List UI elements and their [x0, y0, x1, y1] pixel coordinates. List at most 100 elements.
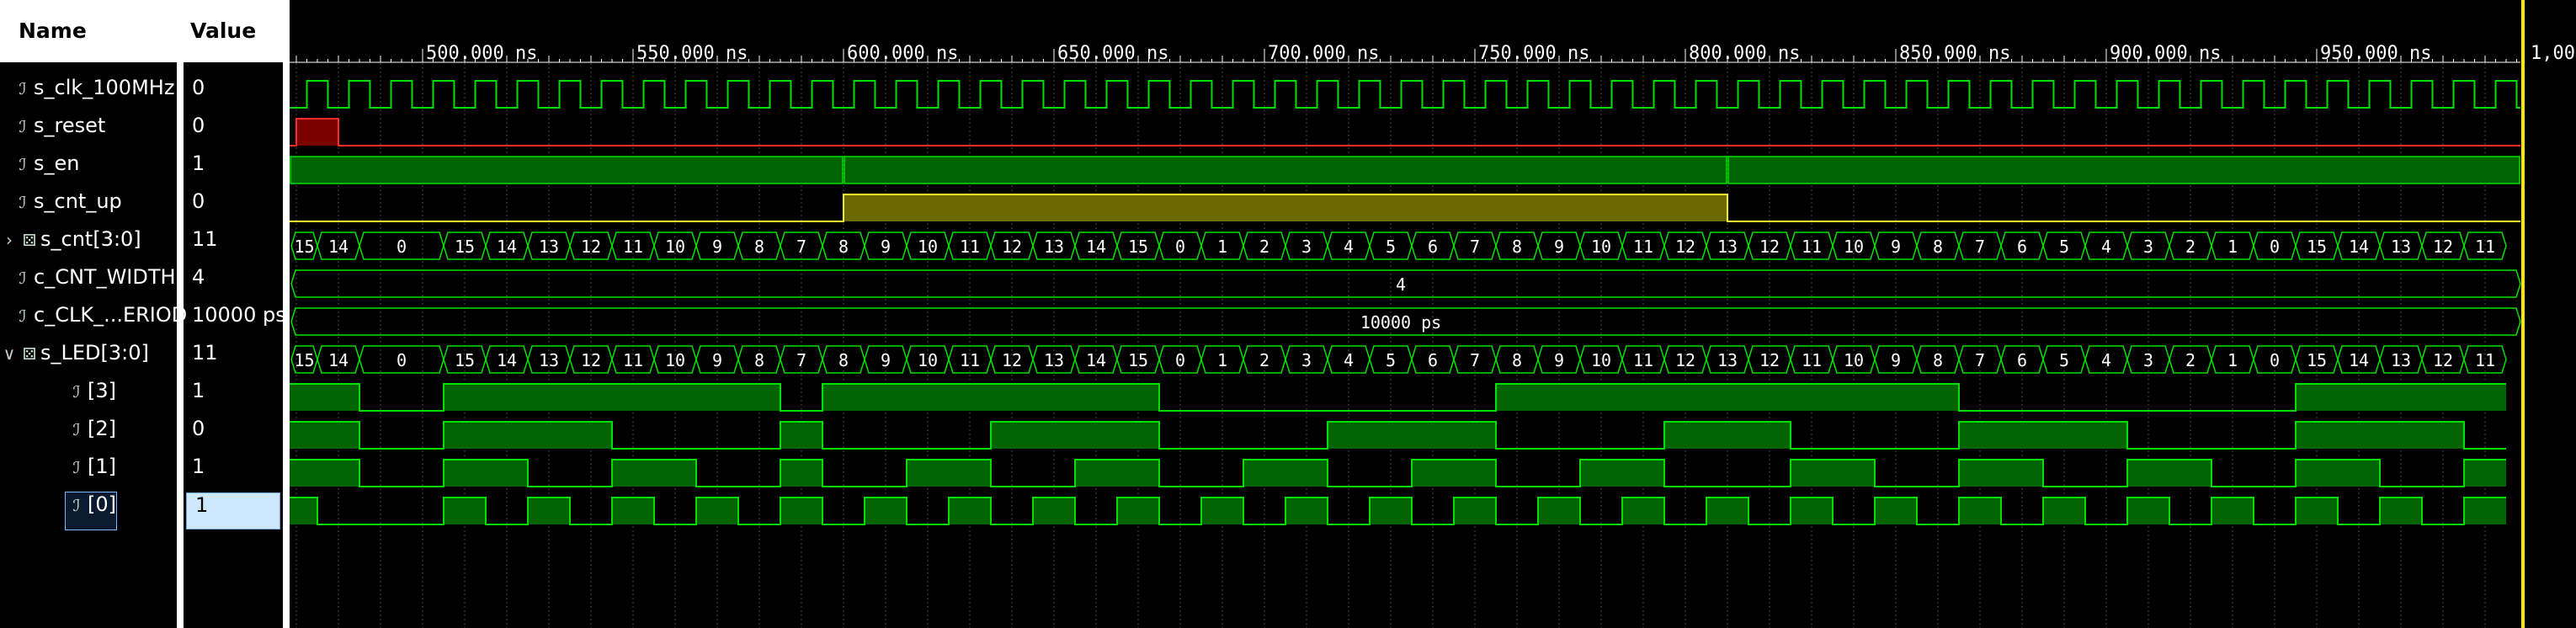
- led-bus-value: 9: [1891, 350, 1901, 370]
- cnt-bus-value: 14: [2349, 237, 2369, 257]
- led-bit-2-waveform-fill: [290, 422, 317, 449]
- led-bit-0-waveform-fill: [444, 498, 486, 524]
- value-column-header[interactable]: Value: [184, 0, 283, 62]
- signal-name-label: s_cnt_up: [34, 189, 122, 213]
- signal-value-cell: 1: [192, 455, 205, 478]
- signal-value-cell: 11: [192, 341, 218, 365]
- led-bus-value: 5: [2059, 350, 2069, 370]
- led-bit-0-waveform-fill: [1285, 498, 1328, 524]
- bus-signal-icon: ⚄: [22, 232, 37, 250]
- led-bus-value: 0: [397, 350, 407, 370]
- led-bus-value: 1: [2227, 350, 2238, 370]
- led-bit-0-waveform-fill: [2043, 498, 2085, 524]
- led-bit-3-waveform-fill: [1075, 384, 1117, 411]
- signal-name-row[interactable]: ℐs_cnt_up: [12, 189, 122, 226]
- name-column-header[interactable]: Name: [0, 0, 177, 62]
- signal-value-cell: 0: [192, 189, 205, 213]
- ruler-label: 550.000 ns: [636, 43, 748, 64]
- ruler-label: 850.000 ns: [1899, 43, 2010, 64]
- signal-name-row[interactable]: ℐs_en: [12, 152, 80, 189]
- led-bus-value: 15: [455, 350, 475, 370]
- led-bit-3-waveform-fill: [822, 384, 865, 411]
- led-bus-value: 15: [1128, 350, 1148, 370]
- cnt-bus-value: 4: [1344, 237, 1354, 257]
- signal-name-label: s_LED[3:0]: [40, 341, 149, 365]
- cnt-bus-value: 2: [1259, 237, 1269, 257]
- led-bus-value: 0: [1175, 350, 1185, 370]
- led-bus-value: 11: [1802, 350, 1822, 370]
- cnt-bus-value: 12: [1002, 237, 1022, 257]
- signal-name-row[interactable]: ℐ [1]: [66, 455, 116, 492]
- led-bus-value: 13: [1044, 350, 1064, 370]
- led-bit-2-waveform-fill: [1959, 422, 2001, 449]
- led-bit-3-waveform-fill: [486, 384, 528, 411]
- led-bus-value: 7: [1470, 350, 1480, 370]
- signal-name-label: c_CNT_WIDTH: [34, 265, 176, 289]
- signal-name-row[interactable]: ℐ [2]: [66, 417, 116, 454]
- signal-value-cell: 0: [192, 417, 205, 440]
- led-bit-2-waveform-fill: [570, 422, 612, 449]
- led-bit-1-waveform-fill: [1285, 460, 1328, 487]
- cnt-bus-value: 1: [1217, 237, 1227, 257]
- led-bus-value: 9: [881, 350, 891, 370]
- signal-name-row[interactable]: ℐ [3]: [66, 379, 116, 416]
- led-bit-0-waveform-fill: [612, 498, 654, 524]
- cnt-bus-value: 0: [397, 237, 407, 257]
- signal-name-label: [2]: [88, 417, 116, 440]
- led-bit-3-waveform-fill: [907, 384, 949, 411]
- signal-name-row[interactable]: › ⚄ s_cnt[3:0]: [0, 227, 141, 264]
- signal-name-row[interactable]: ℐc_CLK_...ERIOD: [12, 303, 188, 340]
- signal-value-cell: 1: [192, 152, 205, 175]
- signal-name-row[interactable]: ℐs_reset: [12, 114, 106, 151]
- cnt-bus-value: 12: [581, 237, 601, 257]
- panel-splitter-wave[interactable]: [283, 0, 290, 628]
- led-bit-0-waveform-fill: [696, 498, 738, 524]
- expand-chevron-icon[interactable]: ›: [0, 230, 19, 250]
- ruler-label: 950.000 ns: [2320, 43, 2431, 64]
- led-bus-value: 14: [1086, 350, 1106, 370]
- led-bit-2-waveform-fill: [2296, 422, 2338, 449]
- cnt-bus-value: 4: [2101, 237, 2111, 257]
- led-bit-3-waveform-fill: [1875, 384, 1917, 411]
- led-bit-3-waveform-fill: [1033, 384, 1075, 411]
- led-bit-3-waveform-fill: [1833, 384, 1875, 411]
- led-bit-3-waveform-fill: [654, 384, 696, 411]
- led-bit-0-waveform-fill: [1791, 498, 1833, 524]
- led-bus-value: 9: [1554, 350, 1564, 370]
- led-bus-value: 11: [623, 350, 643, 370]
- cnt-bus-value: 7: [1975, 237, 1985, 257]
- led-bit-1-waveform-fill: [1959, 460, 2001, 487]
- led-bit-3-waveform-fill: [738, 384, 780, 411]
- led-bit-1-waveform-fill: [1580, 460, 1622, 487]
- led-bit-0-waveform-fill: [1875, 498, 1917, 524]
- collapse-chevron-icon[interactable]: ∨: [0, 343, 19, 364]
- signal-name-row[interactable]: ℐ [0]: [65, 492, 117, 530]
- led-bit-2-waveform-fill: [2338, 422, 2380, 449]
- led-bit-3-waveform-fill: [1538, 384, 1580, 411]
- led-bit-2-waveform-fill: [2422, 422, 2464, 449]
- led-bit-0-waveform-fill: [1201, 498, 1243, 524]
- led-bit-3-waveform-fill: [2464, 384, 2506, 411]
- wire-signal-icon: ℐ: [19, 156, 27, 174]
- led-bit-1-waveform-fill: [290, 460, 317, 487]
- ruler-label: 750.000 ns: [1478, 43, 1589, 64]
- ruler-label: 600.000 ns: [847, 43, 958, 64]
- wire-signal-icon: ℐ: [72, 497, 81, 515]
- signal-name-row[interactable]: ℐc_CNT_WIDTH: [12, 265, 176, 302]
- led-bus-value: 13: [1717, 350, 1738, 370]
- led-bit-3-waveform-fill: [528, 384, 570, 411]
- cnt-bus-value: 13: [539, 237, 559, 257]
- led-bus-value: 14: [328, 350, 349, 370]
- led-bit-1-waveform-fill: [1412, 460, 1454, 487]
- signal-value-cell: 10000 ps: [192, 303, 283, 327]
- led-bus-value: 9: [712, 350, 722, 370]
- waveform-canvas: 500.000 ns 550.000 ns 600.000 ns 650.000 ns…: [290, 0, 2576, 628]
- led-bus-value: 12: [1002, 350, 1022, 370]
- led-bit-2-waveform-fill: [317, 422, 359, 449]
- signal-name-row[interactable]: ℐs_clk_100MHz: [12, 76, 175, 113]
- cnt-bus-value: 10: [665, 237, 685, 257]
- led-bit-3-waveform-fill: [1748, 384, 1791, 411]
- led-bit-1-waveform-fill: [2296, 460, 2338, 487]
- signal-name-row[interactable]: ∨ ⚄ s_LED[3:0]: [0, 341, 149, 378]
- waveform-area[interactable]: 500.000 ns 550.000 ns 600.000 ns 650.000 ns…: [290, 0, 2576, 628]
